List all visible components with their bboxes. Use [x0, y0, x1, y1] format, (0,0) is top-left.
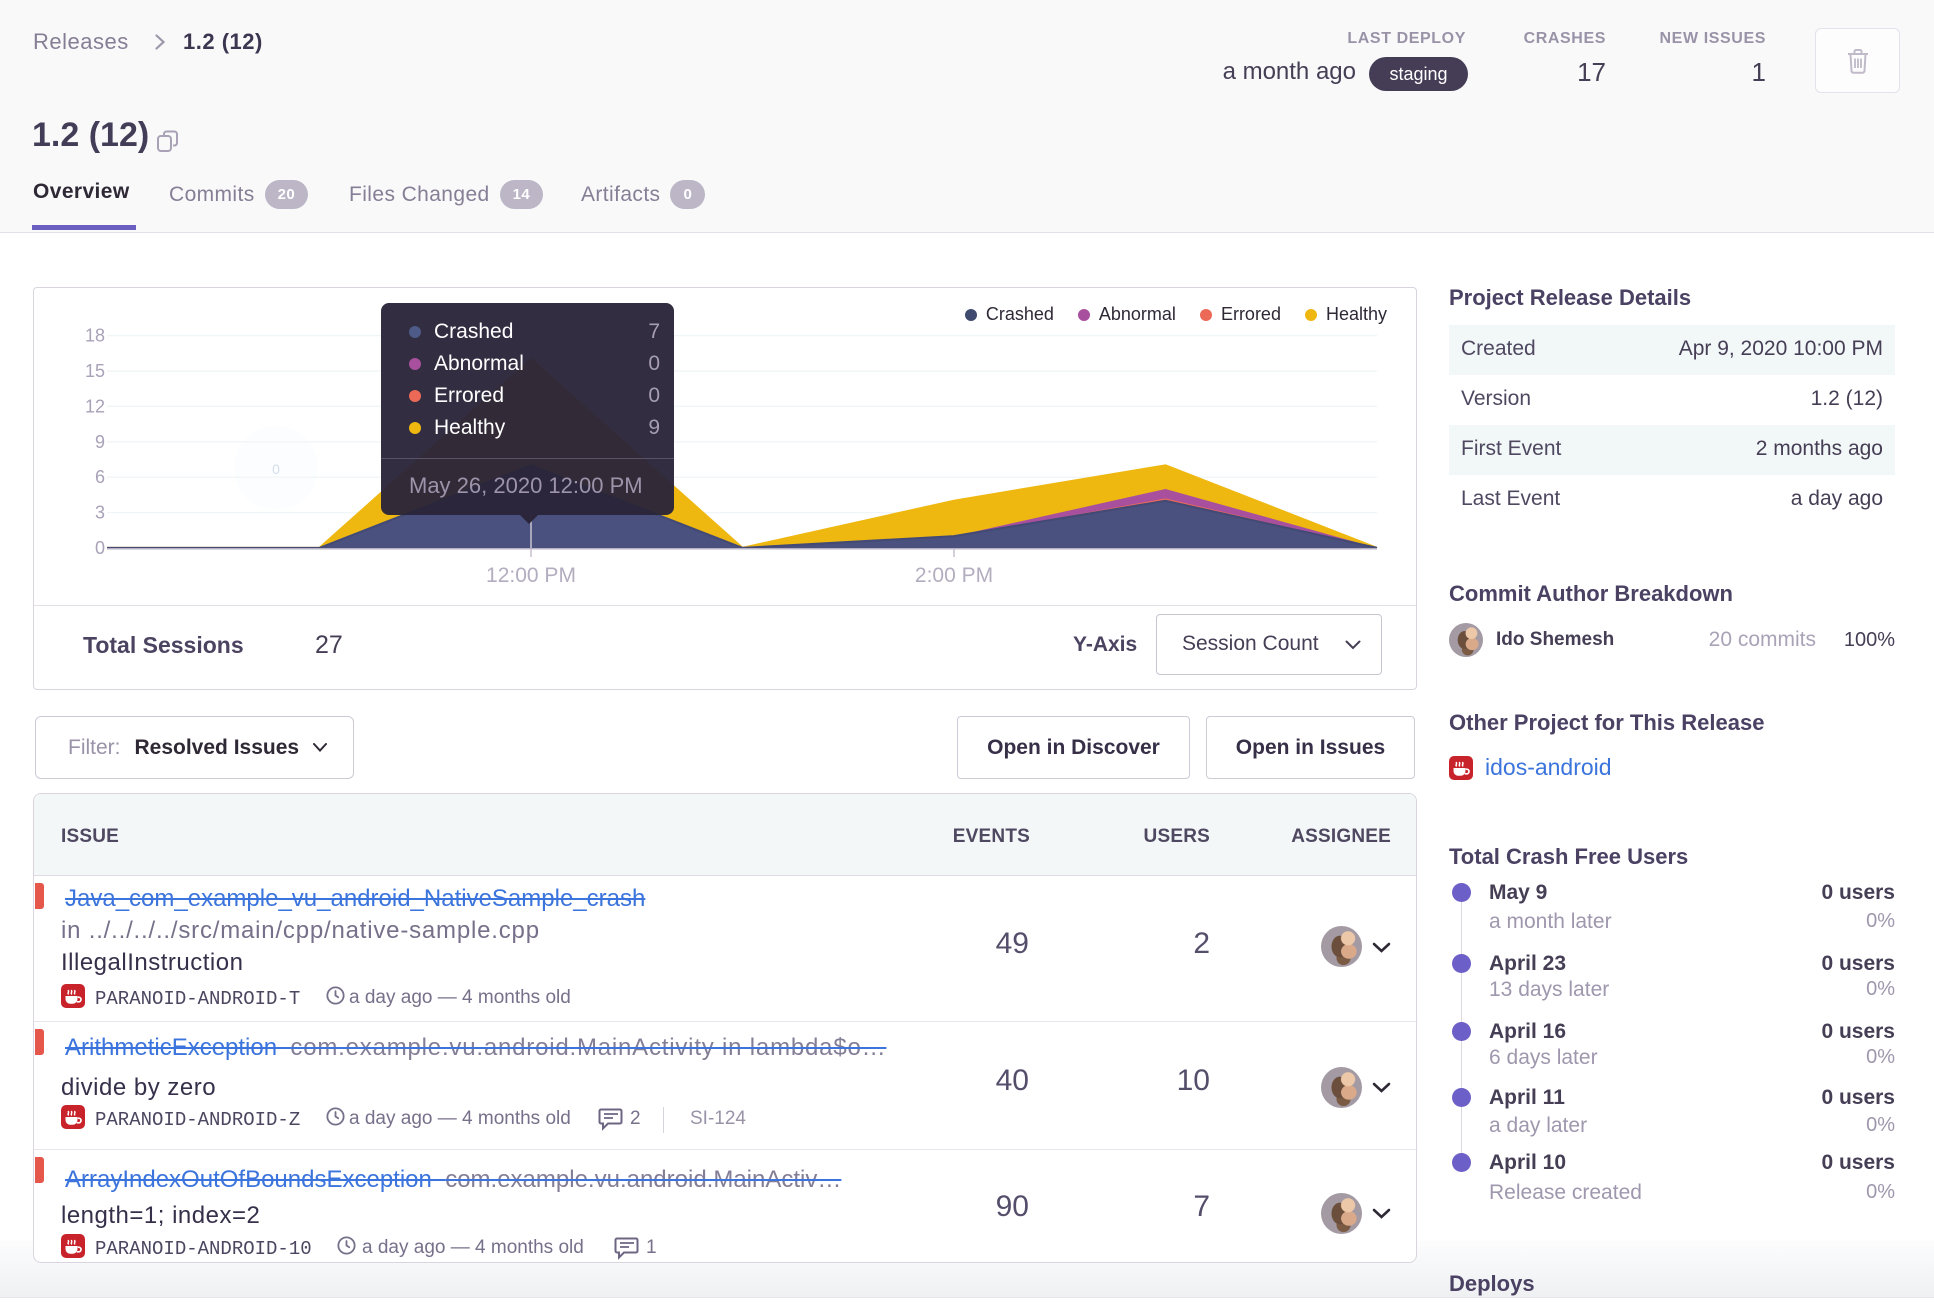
svg-text:18: 18	[85, 326, 105, 346]
svg-text:2:00 PM: 2:00 PM	[915, 564, 993, 587]
svg-text:15: 15	[85, 361, 105, 381]
svg-text:3: 3	[95, 503, 105, 523]
svg-text:6: 6	[95, 467, 105, 487]
svg-text:12:00 PM: 12:00 PM	[486, 564, 576, 587]
svg-text:12: 12	[85, 396, 105, 416]
svg-text:0: 0	[272, 461, 280, 477]
svg-text:0: 0	[95, 538, 105, 558]
svg-text:9: 9	[95, 432, 105, 452]
